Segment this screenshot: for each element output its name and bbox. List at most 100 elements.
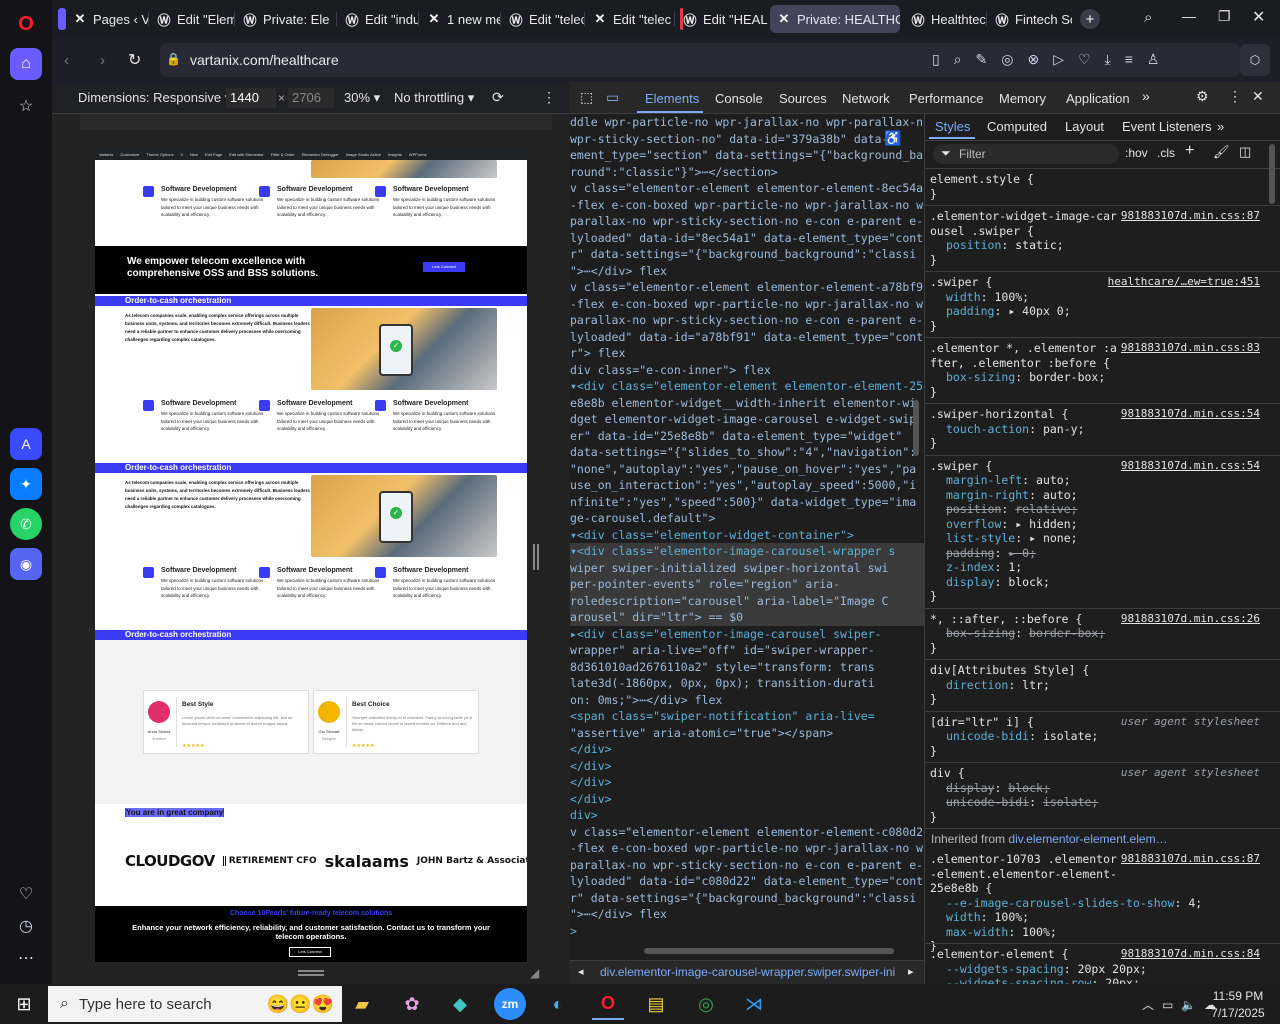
- forward-icon[interactable]: ›: [100, 52, 105, 69]
- dom-node-line[interactable]: wpr-sticky-section-no" data-id="379a38b"…: [570, 131, 924, 148]
- css-declaration[interactable]: padding: ▸ 40px 0;: [930, 304, 1270, 319]
- resize-handle-bottom[interactable]: [298, 970, 324, 976]
- dom-node-line[interactable]: r" data-settings="{"background_backgroun…: [570, 246, 924, 263]
- devtools-tab[interactable]: Console: [715, 91, 763, 106]
- dom-node-line[interactable]: </div>: [570, 774, 924, 791]
- devtools-tab[interactable]: Performance: [909, 91, 983, 106]
- admin-bar-item[interactable]: WPForms: [409, 152, 427, 157]
- opera-taskbar-icon[interactable]: O: [592, 988, 624, 1020]
- dom-node-line[interactable]: ement_type="section" data-settings="{"ba…: [570, 147, 924, 164]
- browser-tab[interactable]: ✕ Edit "telec: [586, 5, 672, 33]
- css-source-link[interactable]: healthcare/…ew=true:451: [1108, 275, 1260, 290]
- dom-node-line[interactable]: dget elementor-widget-image-carousel e-w…: [570, 411, 924, 428]
- css-source-link[interactable]: user agent stylesheet: [1121, 766, 1260, 781]
- accessibility-icon[interactable]: ♿: [884, 130, 901, 147]
- admin-bar-item[interactable]: 0: [181, 152, 183, 157]
- home-icon[interactable]: ⌂: [10, 48, 42, 80]
- zoom-dropdown[interactable]: 30% ▾: [344, 90, 380, 106]
- css-rule[interactable]: .swiper-horizontal {981883107d.min.css:5…: [930, 407, 1270, 451]
- dom-node-line[interactable]: <span class="swiper-notification" aria-l…: [570, 708, 924, 725]
- clock[interactable]: 11:59 PM 7/17/2025: [1206, 988, 1270, 1022]
- dimensions-dropdown[interactable]: Dimensions: Responsive ▾: [78, 90, 231, 106]
- width-input[interactable]: 1440: [226, 88, 276, 108]
- heart-icon[interactable]: ♡: [10, 878, 42, 910]
- dom-node-line[interactable]: r"> flex: [570, 345, 924, 362]
- styles-subtab[interactable]: Event Listeners: [1122, 119, 1212, 134]
- close-devtools-icon[interactable]: ✕: [1252, 88, 1264, 105]
- dom-node-line[interactable]: v class="elementor-element elementor-ele…: [570, 824, 924, 841]
- css-rule[interactable]: .elementor-widget-image-carousel .swiper…: [930, 209, 1270, 267]
- css-declaration[interactable]: display: block;: [930, 575, 1270, 590]
- extensions-icon[interactable]: ⬡: [1240, 44, 1270, 76]
- chrome-icon[interactable]: ◎: [690, 988, 722, 1020]
- browser-tab[interactable]: Ⓦ Edit "telec: [502, 5, 584, 33]
- more-tabs-icon[interactable]: »: [1142, 88, 1150, 104]
- admin-bar-item[interactable]: Image Studio Active: [346, 152, 381, 157]
- rendered-page[interactable]: Vartanix Customize Theme Options 0 New Edit P…: [95, 150, 527, 962]
- dom-node-line[interactable]: ▾<div class="elementor-widget-container"…: [570, 527, 924, 544]
- vscode-icon[interactable]: ⋊: [738, 988, 770, 1020]
- admin-bar-item[interactable]: Customize: [120, 152, 139, 157]
- more-icon[interactable]: ⋯: [10, 942, 42, 974]
- admin-bar-item[interactable]: Filter & Order: [271, 152, 295, 157]
- resize-corner-icon[interactable]: ◢: [530, 966, 539, 980]
- css-rule[interactable]: .swiper {healthcare/…ew=true:451 width: 1…: [930, 275, 1270, 333]
- discord-icon[interactable]: ◉: [10, 548, 42, 580]
- styles-subtab[interactable]: Layout: [1065, 119, 1104, 134]
- back-icon[interactable]: ‹: [64, 52, 69, 69]
- resize-handle-right[interactable]: [533, 544, 539, 570]
- elements-hscrollbar[interactable]: [644, 948, 894, 954]
- devtools-tab[interactable]: Network: [842, 91, 890, 106]
- elements-tree[interactable]: ddle wpr-particle-no wpr-jarallax-no wpr…: [570, 114, 924, 960]
- aria-icon[interactable]: A: [10, 428, 42, 460]
- browser-tab[interactable]: Ⓦ Edit "Elem: [150, 5, 234, 33]
- css-rule[interactable]: .elementor-10703 .elementor-element.elem…: [930, 852, 1270, 954]
- styles-filter[interactable]: ⏷ Filter: [933, 144, 1119, 164]
- admin-bar-item[interactable]: New: [190, 152, 198, 157]
- dom-node-line[interactable]: ">⋯</div> flex: [570, 906, 924, 923]
- whatsapp-icon[interactable]: ✆: [10, 508, 42, 540]
- reload-icon[interactable]: ↻: [128, 50, 141, 70]
- css-source-link[interactable]: 981883107d.min.css:87: [1121, 852, 1260, 867]
- dom-node-line[interactable]: late3d(-1860px, 0px, 0px); transition-du…: [570, 675, 924, 692]
- css-declaration[interactable]: unicode-bidi: isolate;: [930, 795, 1270, 810]
- rotate-icon[interactable]: ⟳: [492, 89, 504, 106]
- css-source-link[interactable]: 981883107d.min.css:83: [1121, 341, 1260, 356]
- throttling-dropdown[interactable]: No throttling ▾: [394, 90, 474, 106]
- new-tab-button[interactable]: +: [1080, 9, 1100, 29]
- dom-node-line[interactable]: div>: [570, 807, 924, 824]
- devtools-tab[interactable]: Application: [1066, 91, 1130, 106]
- css-declaration[interactable]: direction: ltr;: [930, 678, 1270, 693]
- dom-node-line[interactable]: -flex e-con-boxed wpr-particle-no wpr-ja…: [570, 197, 924, 214]
- browser-tab[interactable]: Ⓦ Fintech So: [988, 5, 1072, 33]
- star-icon[interactable]: ☆: [10, 90, 42, 122]
- paint-icon[interactable]: 🖌: [1213, 144, 1230, 160]
- sticky-notes-icon[interactable]: ▤: [640, 988, 672, 1020]
- admin-bar-item[interactable]: Theme Options: [146, 152, 173, 157]
- elements-scrollbar[interactable]: [913, 400, 919, 456]
- dom-node-line[interactable]: e8e8b elementor-widget__width-inherit el…: [570, 395, 924, 412]
- dom-node-line[interactable]: lyloaded" data-id="8ec54a1" data-element…: [570, 230, 924, 247]
- css-declaration[interactable]: box-sizing: border-box;: [930, 626, 1270, 641]
- browser-tab[interactable]: Ⓦ Healthtech: [904, 5, 986, 33]
- lock-icon[interactable]: 🔒: [166, 52, 181, 66]
- sidebar-toggle-icon[interactable]: ◫: [1239, 144, 1251, 160]
- close-window-icon[interactable]: ✕: [1252, 7, 1265, 27]
- css-source-link[interactable]: 981883107d.min.css:54: [1121, 459, 1260, 474]
- inherited-from-link[interactable]: div.elementor-element.elem…: [1008, 832, 1167, 846]
- dom-node-line[interactable]: parallax-no wpr-sticky-section-no e-con …: [570, 312, 924, 329]
- more-subtabs-icon[interactable]: »: [1217, 119, 1224, 134]
- browser-tab[interactable]: Ⓦ Edit "HEAL: [676, 5, 768, 33]
- dom-node-line[interactable]: ▸<div class="elementor-image-carousel sw…: [570, 626, 924, 643]
- dom-node-line[interactable]: "none","autoplay":"yes","pause_on_hover"…: [570, 461, 924, 478]
- css-declaration[interactable]: width: 100%;: [930, 910, 1270, 925]
- browser-tab[interactable]: Ⓦ Private: Ele: [236, 5, 336, 33]
- file-explorer-icon[interactable]: ▰: [346, 988, 378, 1020]
- css-declaration[interactable]: --widgets-spacing-row: 20px;: [930, 976, 1270, 984]
- cta-button[interactable]: Lets Connect: [423, 262, 465, 272]
- minimize-icon[interactable]: —: [1182, 8, 1196, 24]
- wp-admin-bar[interactable]: Vartanix Customize Theme Options 0 New Edit P…: [95, 150, 527, 160]
- browser-tab[interactable]: ✕ Private: HEALTHC/: [770, 5, 900, 33]
- dom-node-line[interactable]: ddle wpr-particle-no wpr-jarallax-no wpr…: [570, 114, 924, 131]
- dom-node-line[interactable]: </div>: [570, 791, 924, 808]
